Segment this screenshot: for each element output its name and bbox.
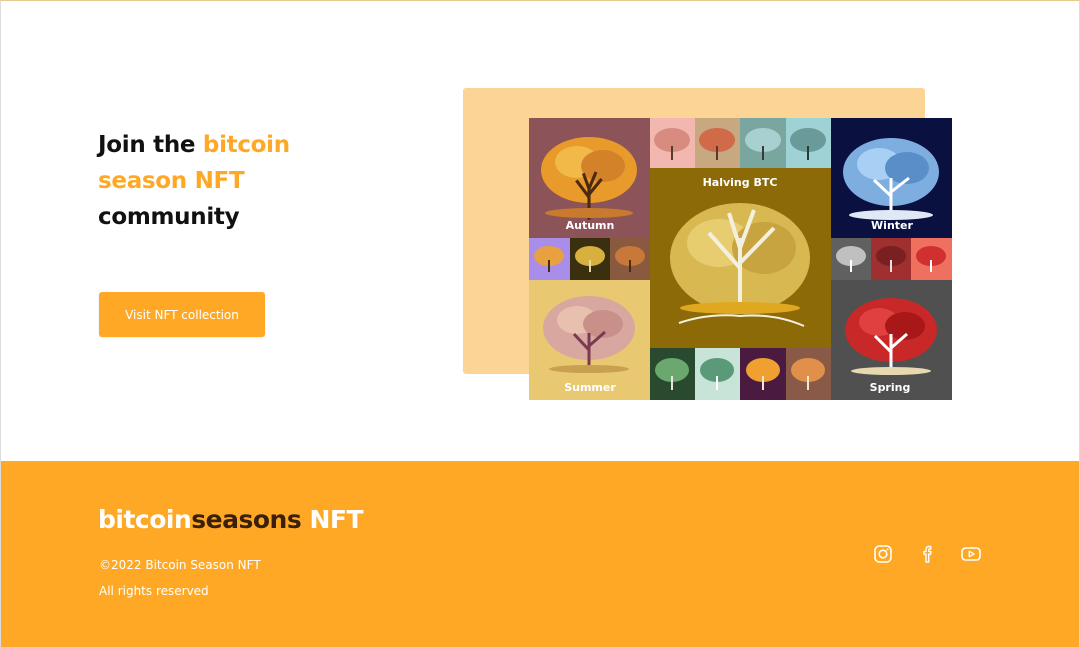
visit-nft-collection-button[interactable]: Visit NFT collection xyxy=(99,292,265,337)
seasons-collage-image: Autumn Halving BTC Winter Summer Spring xyxy=(529,118,952,400)
halving-label: Halving BTC xyxy=(703,176,778,189)
facebook-icon[interactable] xyxy=(917,543,939,565)
summer-label: Summer xyxy=(564,381,616,394)
hero-title-part2: community xyxy=(98,204,240,230)
hero-title-part1: Join the xyxy=(98,132,203,158)
autumn-label: Autumn xyxy=(566,219,615,232)
winter-label: Winter xyxy=(871,219,913,232)
spring-label: Spring xyxy=(870,381,911,394)
hero-title: Join the bitcoin season NFT community xyxy=(98,127,378,235)
brand-seasons: seasons xyxy=(191,505,302,534)
brand-bitcoin: bitcoin xyxy=(98,505,192,534)
youtube-icon[interactable] xyxy=(960,543,982,565)
brand-nft: NFT xyxy=(301,505,363,534)
footer-rights: All rights reserved xyxy=(99,584,209,598)
instagram-icon[interactable] xyxy=(872,543,894,565)
footer-copyright: ©2022 Bitcoin Season NFT xyxy=(99,558,261,572)
footer-brand-logo[interactable]: bitcoinseasons NFT xyxy=(98,505,363,534)
